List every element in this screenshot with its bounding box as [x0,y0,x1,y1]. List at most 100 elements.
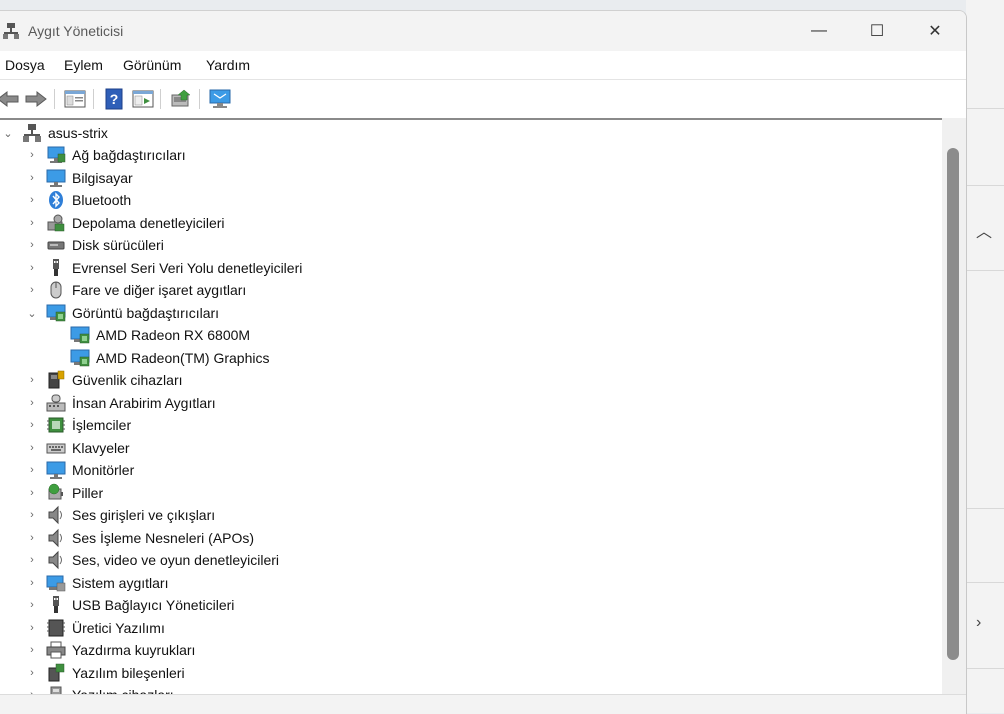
chevron-right-icon[interactable]: › [26,419,38,431]
battery-icon [48,483,63,500]
minimize-button[interactable]: — [790,11,848,51]
tree-device-label: AMD Radeon RX 6800M [96,327,251,343]
chevron-right-icon[interactable]: › [26,262,38,274]
tree-category-label: Ses İşleme Nesneleri (APOs) [72,530,255,546]
security-device-icon [48,370,65,389]
monitor-icon [46,461,66,479]
title-bar[interactable]: Aygıt Yöneticisi — ☐ ✕ [0,11,966,51]
tree-root[interactable]: ⌄ asus-strix [0,122,940,144]
chevron-down-icon[interactable]: ⌄ [2,127,14,140]
hid-icon [46,394,66,412]
tree-category[interactable]: › USB Bağlayıcı Yöneticileri [0,594,940,616]
tree-category[interactable]: ⌄ Görüntü bağdaştırıcıları [0,302,940,324]
tree-category[interactable]: › Ağ bağdaştırıcıları [0,144,940,166]
network-adapter-icon [47,146,66,163]
chevron-right-icon[interactable]: › [26,172,38,184]
speaker-icon [48,550,62,570]
background-divider [966,185,1004,186]
tree-category[interactable]: › Bluetooth [0,189,940,211]
menu-action[interactable]: Eylem [64,57,103,73]
chevron-right-icon[interactable]: › [26,532,38,544]
help-icon: ? [105,88,123,110]
update-driver-icon [132,90,154,108]
svg-text:?: ? [110,91,119,107]
tree-root-label: asus-strix [48,125,108,141]
tree-category-label: Depolama denetleyicileri [72,215,225,231]
tree-category[interactable]: › Güvenlik cihazları [0,369,940,391]
tree-category[interactable]: › Sistem aygıtları [0,572,940,594]
storage-controller-icon [47,214,65,232]
tree-category[interactable]: › Monitörler [0,459,940,481]
disk-drive-icon [47,241,65,250]
update-driver-button[interactable] [131,87,155,111]
chevron-right-icon[interactable]: › [26,464,38,476]
menu-help[interactable]: Yardım [206,57,250,73]
system-device-icon [46,575,66,592]
menu-file[interactable]: Dosya [5,57,45,73]
tree-category[interactable]: › Üretici Yazılımı [0,617,940,639]
chevron-right-icon[interactable]: › [26,442,38,454]
tree-category[interactable]: › İşlemciler [0,414,940,436]
maximize-button[interactable]: ☐ [848,11,906,51]
tree-category-label: Güvenlik cihazları [72,372,183,388]
tree-category[interactable]: › Klavyeler [0,437,940,459]
software-component-icon [48,663,65,682]
tree-device[interactable]: AMD Radeon(TM) Graphics [0,347,940,369]
chevron-right-icon[interactable]: › [26,217,38,229]
tree-category[interactable]: › Evrensel Seri Veri Yolu denetleyicileri [0,257,940,279]
firmware-icon [47,619,65,637]
tree-category[interactable]: › Yazılım bileşenleri [0,662,940,684]
back-button[interactable] [0,87,20,111]
tree-device[interactable]: AMD Radeon RX 6800M [0,324,940,346]
chevron-right-icon[interactable]: › [26,194,38,206]
chevron-right-icon[interactable]: › [26,577,38,589]
scroll-thumb[interactable] [947,148,959,660]
tree-category-label: Görüntü bağdaştırıcıları [72,305,220,321]
chevron-right-icon[interactable]: › [26,487,38,499]
chevron-right-icon[interactable]: › [26,554,38,566]
chevron-right-icon[interactable]: › [26,239,38,251]
tree-category[interactable]: › Disk sürücüleri [0,234,940,256]
chevron-right-icon[interactable]: › [26,599,38,611]
chevron-up-icon[interactable]: ︿ [976,218,992,242]
chevron-right-icon[interactable]: › [26,667,38,679]
chevron-right-icon[interactable]: › [976,614,981,632]
tree-category-label: İşlemciler [72,417,132,433]
background-divider [966,270,1004,271]
properties-button[interactable] [63,87,87,111]
device-tree[interactable]: ⌄ asus-strix › Ağ bağdaştırıcıları › Bilgis… [0,118,942,696]
close-button[interactable]: ✕ [906,11,964,51]
chevron-right-icon[interactable]: › [26,149,38,161]
toolbar-separator [54,89,55,109]
properties-icon [64,90,86,108]
computer-root-icon [23,124,41,142]
chevron-right-icon[interactable]: › [26,397,38,409]
uninstall-button[interactable] [169,87,193,111]
device-manager-window: Aygıt Yöneticisi — ☐ ✕ Dosya Eylem Görün… [0,10,967,714]
chevron-right-icon[interactable]: › [26,374,38,386]
usb-controller-icon [53,259,59,276]
tree-category[interactable]: › Ses, video ve oyun denetleyicileri [0,549,940,571]
forward-arrow-icon [25,90,47,108]
tree-category[interactable]: › Ses İşleme Nesneleri (APOs) [0,527,940,549]
tree-category[interactable]: › Depolama denetleyicileri [0,212,940,234]
chevron-down-icon[interactable]: ⌄ [26,307,38,320]
background-divider [966,582,1004,583]
tree-category[interactable]: › Fare ve diğer işaret aygıtları [0,279,940,301]
tree-category[interactable]: › Yazdırma kuyrukları [0,639,940,661]
chevron-right-icon[interactable]: › [26,509,38,521]
tree-category[interactable]: › İnsan Arabirim Aygıtları [0,392,940,414]
tree-category[interactable]: › Ses girişleri ve çıkışları [0,504,940,526]
chevron-right-icon[interactable]: › [26,622,38,634]
tree-category[interactable]: › Bilgisayar [0,167,940,189]
scan-hardware-button[interactable] [208,87,232,111]
chevron-right-icon[interactable]: › [26,284,38,296]
forward-button[interactable] [24,87,48,111]
tree-category[interactable]: › Piller [0,482,940,504]
menu-bar: Dosya Eylem Görünüm Yardım [0,51,966,79]
chevron-right-icon[interactable]: › [26,644,38,656]
help-button[interactable]: ? [102,87,126,111]
menu-view[interactable]: Görünüm [123,57,181,73]
tree-category-label: Ses, video ve oyun denetleyicileri [72,552,280,568]
vertical-scrollbar[interactable] [942,118,966,694]
